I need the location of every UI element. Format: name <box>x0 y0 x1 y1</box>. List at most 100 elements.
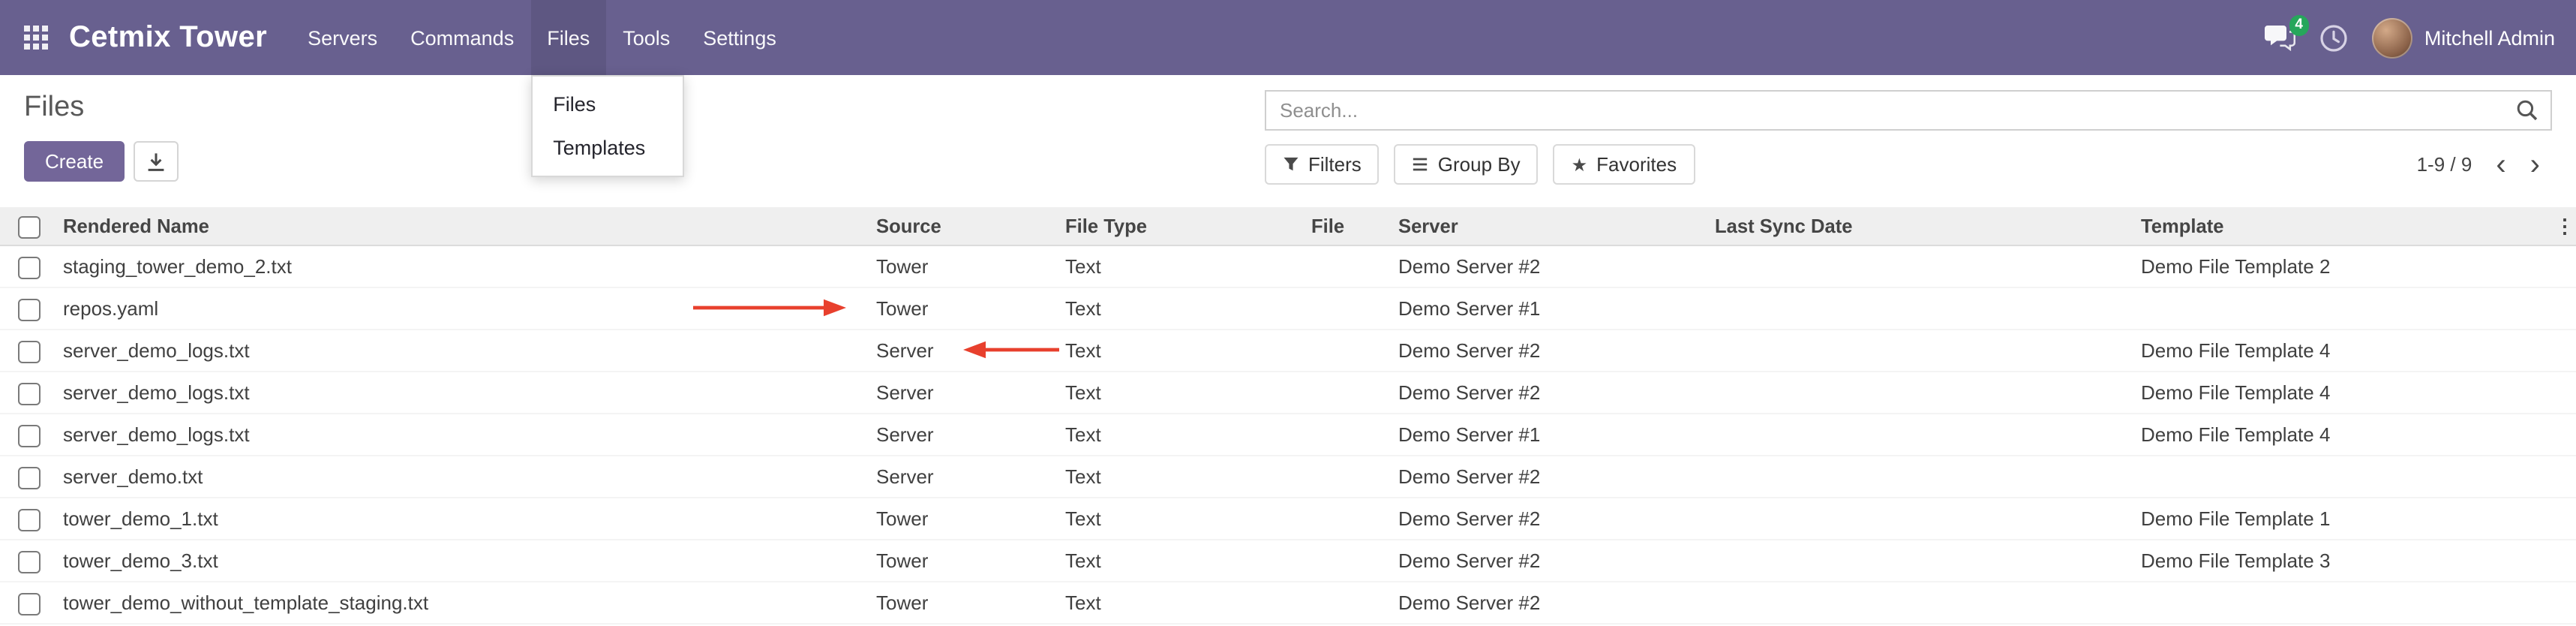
table-row[interactable]: repos.yaml Tower Text Demo Server #1 <box>0 287 2576 330</box>
table-header-row: Rendered Name Source File Type File Serv… <box>0 207 2576 245</box>
user-menu[interactable]: Mitchell Admin <box>2372 17 2555 58</box>
cell-source: Server <box>870 330 1059 372</box>
filters-button[interactable]: Filters <box>1265 144 1380 185</box>
pager-range: 1-9 / 9 <box>2417 153 2472 176</box>
cell-last-sync-date <box>1709 330 2135 372</box>
column-header-source[interactable]: Source <box>870 207 1059 245</box>
files-dropdown-menu: Files Templates <box>530 75 683 177</box>
navbar-systray: 4 Mitchell Admin <box>2264 0 2555 75</box>
cell-server: Demo Server #2 <box>1392 582 1709 624</box>
control-panel: Files Create <box>0 75 2576 207</box>
cell-rendered-name: server_demo.txt <box>60 456 870 498</box>
cell-source: Tower <box>870 582 1059 624</box>
table-row[interactable]: server_demo.txt Server Text Demo Server … <box>0 456 2576 498</box>
cell-source: Server <box>870 456 1059 498</box>
clock-icon <box>2319 23 2348 52</box>
dropdown-item-files[interactable]: Files <box>532 83 682 126</box>
search-input[interactable] <box>1265 90 2552 131</box>
select-all-checkbox[interactable] <box>18 215 41 238</box>
apps-menu-button[interactable] <box>12 0 60 75</box>
cell-last-sync-date <box>1709 456 2135 498</box>
dropdown-item-templates[interactable]: Templates <box>532 126 682 170</box>
cell-file-type: Text <box>1059 540 1305 582</box>
row-checkbox[interactable] <box>18 298 41 321</box>
cell-file <box>1305 372 1392 414</box>
app-window: Cetmix Tower Servers Commands Files File… <box>0 0 2576 626</box>
column-header-rendered-name[interactable]: Rendered Name <box>60 207 870 245</box>
row-checkbox[interactable] <box>18 592 41 615</box>
nav-item-settings[interactable]: Settings <box>686 0 793 75</box>
cell-file <box>1305 498 1392 540</box>
cell-rendered-name: server_demo_logs.txt <box>60 414 870 456</box>
column-header-file[interactable]: File <box>1305 207 1392 245</box>
pager: 1-9 / 9 ‹ › <box>2417 149 2552 179</box>
cell-server: Demo Server #2 <box>1392 456 1709 498</box>
nav-item-commands[interactable]: Commands <box>394 0 530 75</box>
cell-file-type: Text <box>1059 414 1305 456</box>
row-checkbox[interactable] <box>18 466 41 489</box>
table-body: staging_tower_demo_2.txt Tower Text Demo… <box>0 245 2576 624</box>
control-panel-left: Files Create <box>24 87 179 207</box>
cell-rendered-name: tower_demo_without_template_staging.txt <box>60 582 870 624</box>
table-row[interactable]: staging_tower_demo_2.txt Tower Text Demo… <box>0 245 2576 287</box>
nav-item-files[interactable]: Files <box>530 0 606 75</box>
row-checkbox[interactable] <box>18 382 41 405</box>
table-row[interactable]: tower_demo_3.txt Tower Text Demo Server … <box>0 540 2576 582</box>
cell-server: Demo Server #1 <box>1392 414 1709 456</box>
row-checkbox[interactable] <box>18 256 41 278</box>
group-by-button[interactable]: Group By <box>1395 144 1539 185</box>
table-row[interactable]: tower_demo_without_template_staging.txt … <box>0 582 2576 624</box>
cell-template: Demo File Template 4 <box>2135 330 2552 372</box>
cell-file <box>1305 287 1392 330</box>
row-checkbox[interactable] <box>18 508 41 531</box>
table-row[interactable]: server_demo_logs.txt Server Text Demo Se… <box>0 330 2576 372</box>
cell-file <box>1305 414 1392 456</box>
files-list-table: Rendered Name Source File Type File Serv… <box>0 207 2576 624</box>
table-row[interactable]: tower_demo_1.txt Tower Text Demo Server … <box>0 498 2576 540</box>
row-checkbox[interactable] <box>18 550 41 573</box>
nav-item-servers[interactable]: Servers <box>291 0 394 75</box>
column-header-last-sync-date[interactable]: Last Sync Date <box>1709 207 2135 245</box>
pager-previous-button[interactable]: ‹ <box>2484 149 2517 179</box>
action-buttons: Create <box>24 141 179 182</box>
cell-last-sync-date <box>1709 287 2135 330</box>
cell-file <box>1305 540 1392 582</box>
cell-last-sync-date <box>1709 582 2135 624</box>
favorites-button[interactable]: ★ Favorites <box>1554 144 1695 185</box>
column-header-server[interactable]: Server <box>1392 207 1709 245</box>
cell-template: Demo File Template 4 <box>2135 414 2552 456</box>
cell-file <box>1305 456 1392 498</box>
apps-grid-icon <box>24 26 48 50</box>
cell-last-sync-date <box>1709 245 2135 287</box>
cell-template: Demo File Template 3 <box>2135 540 2552 582</box>
cell-file-type: Text <box>1059 582 1305 624</box>
create-button[interactable]: Create <box>24 141 125 182</box>
table-row[interactable]: server_demo_logs.txt Server Text Demo Se… <box>0 372 2576 414</box>
cell-file <box>1305 330 1392 372</box>
pager-next-button[interactable]: › <box>2518 149 2552 179</box>
cell-file-type: Text <box>1059 456 1305 498</box>
export-button[interactable] <box>134 141 179 182</box>
cell-last-sync-date <box>1709 540 2135 582</box>
cell-server: Demo Server #2 <box>1392 372 1709 414</box>
cell-file-type: Text <box>1059 372 1305 414</box>
messages-badge: 4 <box>2289 15 2309 35</box>
cell-last-sync-date <box>1709 414 2135 456</box>
top-navbar: Cetmix Tower Servers Commands Files File… <box>0 0 2576 75</box>
search-icon[interactable] <box>2516 99 2538 122</box>
column-header-template[interactable]: Template <box>2135 207 2552 245</box>
nav-item-tools[interactable]: Tools <box>606 0 686 75</box>
row-checkbox[interactable] <box>18 340 41 363</box>
cell-source: Tower <box>870 287 1059 330</box>
app-brand[interactable]: Cetmix Tower <box>69 0 267 75</box>
control-panel-right: Filters Group By ★ Favorites 1-9 / 9 <box>1265 87 2552 207</box>
cell-rendered-name: tower_demo_1.txt <box>60 498 870 540</box>
column-header-file-type[interactable]: File Type <box>1059 207 1305 245</box>
avatar <box>2372 17 2412 58</box>
optional-columns-toggle[interactable]: ⋮ <box>2552 214 2576 236</box>
row-checkbox[interactable] <box>18 424 41 447</box>
activities-button[interactable] <box>2319 23 2348 52</box>
cell-server: Demo Server #2 <box>1392 498 1709 540</box>
table-row[interactable]: server_demo_logs.txt Server Text Demo Se… <box>0 414 2576 456</box>
messages-button[interactable]: 4 <box>2264 24 2295 51</box>
